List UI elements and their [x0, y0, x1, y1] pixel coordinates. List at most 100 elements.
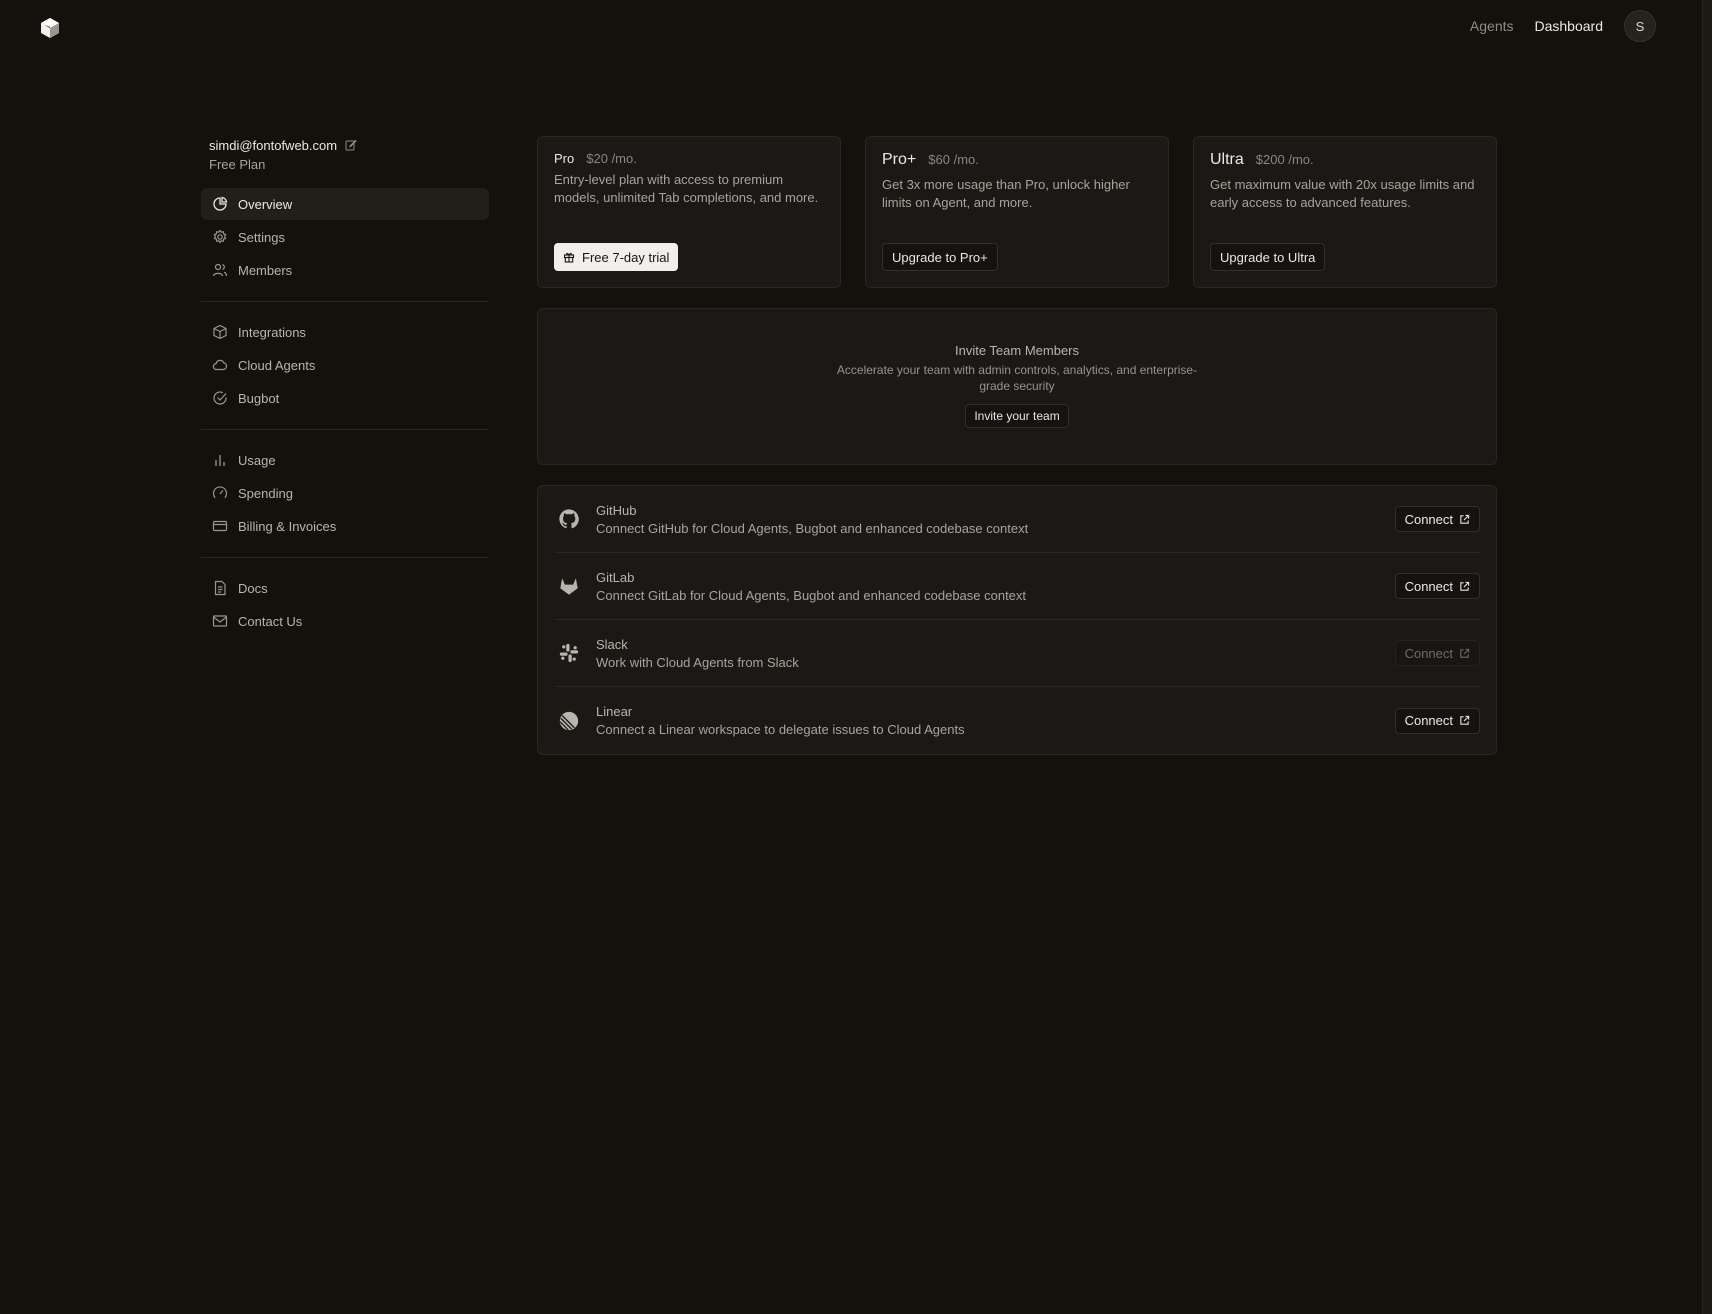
upgrade-pro-plus-button[interactable]: Upgrade to Pro+ — [882, 243, 998, 271]
external-link-icon — [1459, 715, 1470, 726]
integration-description: Work with Cloud Agents from Slack — [596, 654, 799, 670]
account-email: simdi@fontofweb.com — [209, 137, 338, 153]
sidebar-item-label: Members — [238, 262, 293, 278]
account-plan: Free Plan — [209, 157, 266, 172]
connect-github-button[interactable]: Connect — [1394, 506, 1480, 532]
pie-chart-icon — [212, 196, 228, 212]
integration-name: Linear — [596, 704, 633, 719]
plan-price: $200 /mo. — [1255, 152, 1314, 167]
upgrade-ultra-button[interactable]: Upgrade to Ultra — [1210, 243, 1326, 271]
avatar[interactable]: S — [1624, 10, 1656, 42]
sidebar-item-overview[interactable]: Overview — [201, 188, 489, 220]
top-bar: Agents Dashboard S — [0, 0, 1700, 56]
connect-linear-button[interactable]: Connect — [1394, 707, 1480, 734]
integration-name: Slack — [596, 636, 628, 652]
connect-label: Connect — [1404, 511, 1453, 527]
cloud-icon — [212, 357, 228, 373]
plan-card-pro: Pro $20 /mo. Entry-level plan with acces… — [537, 136, 841, 288]
check-circle-icon — [212, 390, 228, 406]
plan-name: Pro+ — [882, 151, 917, 168]
connect-slack-button[interactable]: Connect — [1394, 640, 1480, 666]
sidebar-item-spending[interactable]: Spending — [201, 477, 489, 509]
sidebar-item-contact-us[interactable]: Contact Us — [201, 605, 489, 637]
sidebar-item-docs[interactable]: Docs — [201, 572, 489, 604]
linear-icon — [558, 710, 580, 732]
sidebar-item-usage[interactable]: Usage — [201, 444, 489, 476]
nav-link-agents[interactable]: Agents — [1470, 18, 1514, 34]
sidebar-group-help: Docs Contact Us — [201, 572, 489, 648]
connect-label: Connect — [1404, 578, 1453, 594]
integration-row-linear: Linear Connect a Linear workspace to del… — [554, 687, 1480, 754]
sidebar-item-settings[interactable]: Settings — [201, 221, 489, 253]
free-trial-label: Free 7-day trial — [582, 249, 670, 265]
sidebar-divider — [201, 429, 489, 430]
invite-team-button[interactable]: Invite your team — [965, 404, 1069, 428]
gear-icon — [212, 229, 228, 245]
sidebar-divider — [201, 301, 489, 302]
sidebar-item-label: Docs — [238, 580, 268, 596]
sidebar-item-label: Integrations — [238, 324, 306, 340]
invite-team-card: Invite Team Members Accelerate your team… — [537, 308, 1497, 465]
integrations-list: GitHub Connect GitHub for Cloud Agents, … — [537, 485, 1497, 755]
gauge-icon — [212, 485, 228, 501]
slack-icon — [558, 642, 580, 664]
github-icon — [558, 508, 580, 530]
integration-name: GitLab — [596, 569, 635, 585]
package-icon — [212, 324, 228, 340]
sidebar-item-label: Cloud Agents — [238, 357, 316, 373]
plan-card-ultra: Ultra $200 /mo. Get maximum value with 2… — [1193, 136, 1497, 288]
cube-logo-icon[interactable] — [38, 16, 62, 40]
sidebar: simdi@fontofweb.com Free Plan Overview S… — [201, 136, 489, 648]
integration-description: Connect GitHub for Cloud Agents, Bugbot … — [596, 520, 1029, 536]
credit-card-icon — [212, 518, 228, 534]
external-link-icon — [1459, 514, 1470, 525]
integration-row-gitlab: GitLab Connect GitLab for Cloud Agents, … — [554, 553, 1480, 620]
plan-description: Get 3x more usage than Pro, unlock highe… — [882, 177, 1130, 210]
account-info: simdi@fontofweb.com Free Plan — [201, 136, 489, 172]
plan-price: $60 /mo. — [928, 152, 979, 167]
bar-chart-icon — [212, 452, 228, 468]
gitlab-icon — [558, 575, 580, 597]
main-content: Pro $20 /mo. Entry-level plan with acces… — [537, 136, 1497, 755]
mail-icon — [212, 613, 228, 629]
integration-name: GitHub — [596, 502, 637, 518]
plan-price: $20 /mo. — [586, 151, 637, 166]
document-icon — [212, 580, 228, 596]
page-scrollbar[interactable] — [1702, 0, 1712, 1314]
sidebar-group-billing: Usage Spending Billing & Invoices — [201, 444, 489, 553]
connect-gitlab-button[interactable]: Connect — [1394, 573, 1480, 599]
sidebar-item-integrations[interactable]: Integrations — [201, 316, 489, 348]
sidebar-item-members[interactable]: Members — [201, 254, 489, 286]
sidebar-item-cloud-agents[interactable]: Cloud Agents — [201, 349, 489, 381]
sidebar-item-label: Contact Us — [238, 613, 303, 629]
plans-row: Pro $20 /mo. Entry-level plan with acces… — [537, 136, 1497, 288]
integration-description: Connect a Linear workspace to delegate i… — [596, 722, 965, 737]
integration-description: Connect GitLab for Cloud Agents, Bugbot … — [596, 587, 1027, 603]
sidebar-item-label: Usage — [238, 452, 276, 468]
plan-card-pro-plus: Pro+ $60 /mo. Get 3x more usage than Pro… — [865, 136, 1169, 288]
sidebar-divider — [201, 557, 489, 558]
plan-name: Ultra — [1210, 151, 1244, 168]
sidebar-item-bugbot[interactable]: Bugbot — [201, 382, 489, 414]
external-link-icon — [1459, 648, 1470, 659]
invite-description: Accelerate your team with admin controls… — [836, 363, 1198, 393]
external-link-icon — [1459, 581, 1470, 592]
plan-name: Pro — [554, 151, 575, 166]
users-icon — [212, 262, 228, 278]
sidebar-item-label: Overview — [238, 196, 293, 212]
sidebar-group-agents: Integrations Cloud Agents Bugbot — [201, 316, 489, 425]
plan-description: Entry-level plan with access to premium … — [554, 172, 819, 205]
sidebar-item-label: Bugbot — [238, 390, 280, 406]
sidebar-item-label: Billing & Invoices — [238, 518, 337, 534]
free-trial-button[interactable]: Free 7-day trial — [554, 243, 679, 271]
gift-icon — [563, 251, 575, 263]
integration-row-github: GitHub Connect GitHub for Cloud Agents, … — [554, 486, 1480, 553]
sidebar-item-billing-invoices[interactable]: Billing & Invoices — [201, 510, 489, 542]
integration-row-slack: Slack Work with Cloud Agents from Slack … — [554, 620, 1480, 687]
invite-title: Invite Team Members — [954, 343, 1080, 358]
nav-link-dashboard[interactable]: Dashboard — [1535, 18, 1604, 34]
page: Agents Dashboard S simdi@fontofweb.com F… — [0, 0, 1712, 1314]
connect-label: Connect — [1404, 645, 1453, 661]
edit-icon[interactable] — [345, 139, 357, 151]
sidebar-group-account: Overview Settings Members — [201, 188, 489, 297]
